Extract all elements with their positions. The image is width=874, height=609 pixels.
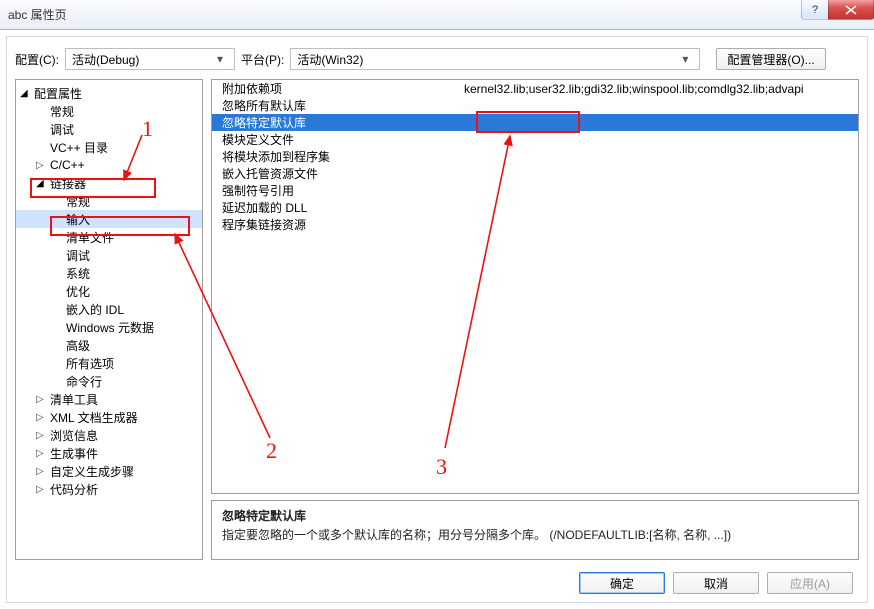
description-panel: 忽略特定默认库 指定要忽略的一个或多个默认库的名称；用分号分隔多个库。 (/NO… <box>211 500 859 560</box>
tree-item-label: 清单文件 <box>66 229 114 246</box>
tree-item[interactable]: ▷高级 <box>16 336 202 354</box>
config-combo[interactable]: 活动(Debug) ▾ <box>65 48 235 70</box>
tree-item[interactable]: ◢ 配置属性 <box>16 84 202 102</box>
description-title: 忽略特定默认库 <box>222 507 848 524</box>
window-titlebar: abc 属性页 ? <box>0 0 874 30</box>
tree-item-label: 优化 <box>66 283 90 300</box>
property-name: 模块定义文件 <box>212 131 458 148</box>
property-row[interactable]: 附加依赖项kernel32.lib;user32.lib;gdi32.lib;w… <box>212 80 858 97</box>
triangle-right-icon: ▷ <box>36 484 46 495</box>
dialog-content: 配置(C): 活动(Debug) ▾ 平台(P): 活动(Win32) ▾ 配置… <box>6 36 868 603</box>
property-row[interactable]: 忽略特定默认库LIBCD.lib▾ <box>212 114 858 131</box>
close-button[interactable] <box>828 0 874 20</box>
tree-item-label: 配置属性 <box>34 85 82 102</box>
tree-item-label: XML 文档生成器 <box>50 409 138 426</box>
tree-item-label: 命令行 <box>66 373 102 390</box>
property-name: 忽略所有默认库 <box>212 97 458 114</box>
triangle-right-icon: ▷ <box>36 466 46 477</box>
tree-item-label: 链接器 <box>50 175 86 192</box>
help-button[interactable]: ? <box>801 0 829 20</box>
property-row[interactable]: 嵌入托管资源文件 <box>212 165 858 182</box>
property-value[interactable]: kernel32.lib;user32.lib;gdi32.lib;winspo… <box>458 82 858 96</box>
tree-item-label: 所有选项 <box>66 355 114 372</box>
property-name: 强制符号引用 <box>212 182 458 199</box>
tree-item[interactable]: ▷常规 <box>16 102 202 120</box>
triangle-right-icon: ▷ <box>36 448 46 459</box>
tree-item-label: 自定义生成步骤 <box>50 463 134 480</box>
tree-item-label: VC++ 目录 <box>50 139 108 156</box>
apply-button[interactable]: 应用(A) <box>767 572 853 594</box>
tree-item-label: 代码分析 <box>50 481 98 498</box>
tree-item-label: 清单工具 <box>50 391 98 408</box>
tree-item-label: C/C++ <box>50 158 85 172</box>
tree-item-label: 嵌入的 IDL <box>66 301 124 318</box>
config-label: 配置(C): <box>15 51 59 68</box>
category-tree[interactable]: ◢配置属性▷常规▷调试▷VC++ 目录▷C/C++◢链接器▷常规▷输入▷清单文件… <box>15 79 203 560</box>
tree-item[interactable]: ▷Windows 元数据 <box>16 318 202 336</box>
tree-item[interactable]: ▷ 代码分析 <box>16 480 202 498</box>
tree-item[interactable]: ▷嵌入的 IDL <box>16 300 202 318</box>
triangle-right-icon: ▷ <box>36 160 46 171</box>
platform-value: 活动(Win32) <box>297 51 363 68</box>
tree-item-label: 高级 <box>66 337 90 354</box>
property-row[interactable]: 程序集链接资源 <box>212 216 858 233</box>
triangle-right-icon: ▷ <box>36 412 46 423</box>
tree-item[interactable]: ▷ 清单工具 <box>16 390 202 408</box>
property-name: 程序集链接资源 <box>212 216 458 233</box>
triangle-down-icon: ◢ <box>20 88 30 99</box>
tree-item[interactable]: ▷ 自定义生成步骤 <box>16 462 202 480</box>
tree-item-label: 系统 <box>66 265 90 282</box>
property-name: 嵌入托管资源文件 <box>212 165 458 182</box>
tree-item[interactable]: ▷常规 <box>16 192 202 210</box>
triangle-down-icon: ◢ <box>36 178 46 189</box>
property-grid[interactable]: 附加依赖项kernel32.lib;user32.lib;gdi32.lib;w… <box>211 79 859 494</box>
property-row[interactable]: 将模块添加到程序集 <box>212 148 858 165</box>
tree-item-label: Windows 元数据 <box>66 319 154 336</box>
property-row[interactable]: 延迟加载的 DLL <box>212 199 858 216</box>
property-row[interactable]: 忽略所有默认库 <box>212 97 858 114</box>
chevron-down-icon: ▾ <box>677 52 693 66</box>
tree-item[interactable]: ▷命令行 <box>16 372 202 390</box>
property-row[interactable]: 模块定义文件 <box>212 131 858 148</box>
tree-item[interactable]: ▷清单文件 <box>16 228 202 246</box>
tree-item[interactable]: ▷ 生成事件 <box>16 444 202 462</box>
tree-item[interactable]: ▷ XML 文档生成器 <box>16 408 202 426</box>
tree-item-label: 输入 <box>66 211 90 228</box>
platform-combo[interactable]: 活动(Win32) ▾ <box>290 48 700 70</box>
tree-item[interactable]: ▷优化 <box>16 282 202 300</box>
platform-label: 平台(P): <box>241 51 284 68</box>
tree-item[interactable]: ▷ C/C++ <box>16 156 202 174</box>
property-row[interactable]: 强制符号引用 <box>212 182 858 199</box>
window-title: abc 属性页 <box>8 6 67 23</box>
tree-item[interactable]: ▷调试 <box>16 246 202 264</box>
tree-item-label: 浏览信息 <box>50 427 98 444</box>
property-name: 将模块添加到程序集 <box>212 148 458 165</box>
property-name: 延迟加载的 DLL <box>212 199 458 216</box>
property-name: 附加依赖项 <box>212 80 458 97</box>
tree-item-label: 生成事件 <box>50 445 98 462</box>
config-value: 活动(Debug) <box>72 51 139 68</box>
triangle-right-icon: ▷ <box>36 394 46 405</box>
tree-item[interactable]: ▷调试 <box>16 120 202 138</box>
tree-item-label: 常规 <box>50 103 74 120</box>
triangle-right-icon: ▷ <box>36 430 46 441</box>
tree-item-label: 调试 <box>66 247 90 264</box>
tree-item[interactable]: ◢ 链接器 <box>16 174 202 192</box>
tree-item[interactable]: ▷VC++ 目录 <box>16 138 202 156</box>
config-manager-button[interactable]: 配置管理器(O)... <box>716 48 825 70</box>
cancel-button[interactable]: 取消 <box>673 572 759 594</box>
tree-item[interactable]: ▷系统 <box>16 264 202 282</box>
tree-item[interactable]: ▷所有选项 <box>16 354 202 372</box>
ok-button[interactable]: 确定 <box>579 572 665 594</box>
description-body: 指定要忽略的一个或多个默认库的名称；用分号分隔多个库。 (/NODEFAULTL… <box>222 526 848 543</box>
tree-item-label: 常规 <box>66 193 90 210</box>
chevron-down-icon: ▾ <box>212 52 228 66</box>
property-name: 忽略特定默认库 <box>212 114 458 131</box>
tree-item[interactable]: ▷输入 <box>16 210 202 228</box>
tree-item-label: 调试 <box>50 121 74 138</box>
tree-item[interactable]: ▷ 浏览信息 <box>16 426 202 444</box>
